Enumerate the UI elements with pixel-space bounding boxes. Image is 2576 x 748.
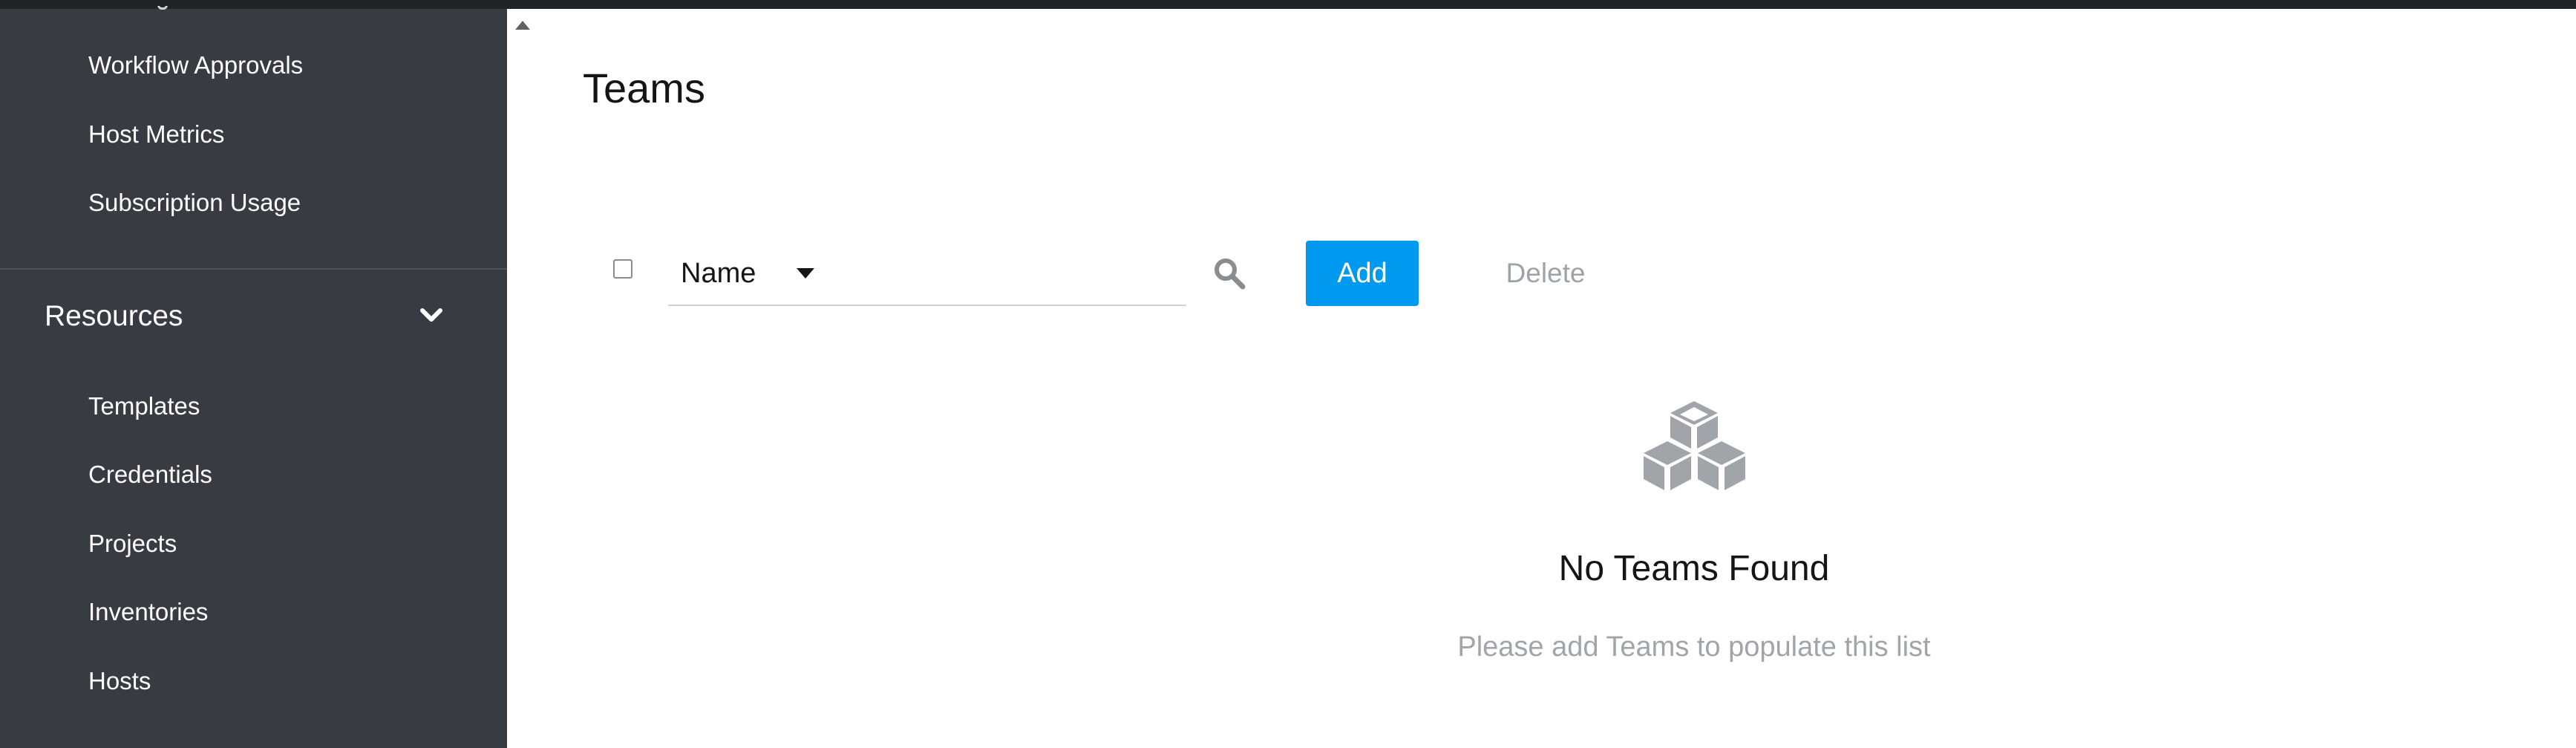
filter-field-label: Name: [681, 258, 756, 289]
search-icon[interactable]: [1212, 256, 1246, 290]
sidebar-item-hosts[interactable]: Hosts: [88, 666, 151, 696]
sidebar-item-credentials[interactable]: Credentials: [88, 460, 212, 490]
sidebar-item-subscription-usage[interactable]: Subscription Usage: [88, 188, 301, 218]
top-bar: [0, 0, 2576, 9]
chevron-down-icon[interactable]: [418, 305, 445, 325]
sidebar-nav: Workflow Approvals Host Metrics Subscrip…: [0, 6, 507, 748]
sidebar-item-host-metrics[interactable]: Host Metrics: [88, 120, 224, 149]
caret-down-icon: [797, 268, 814, 279]
clipped-nav-item: [117, 6, 177, 13]
empty-state-body: Please add Teams to populate this list: [1457, 631, 1931, 663]
scroll-up-arrow-icon[interactable]: [514, 19, 532, 31]
sidebar-item-templates[interactable]: Templates: [88, 391, 200, 421]
sidebar-divider: [0, 268, 507, 270]
sidebar-item-inventories[interactable]: Inventories: [88, 597, 208, 627]
page-title: Teams: [583, 65, 705, 111]
add-button[interactable]: Add: [1306, 241, 1419, 306]
empty-state-title: No Teams Found: [1558, 549, 1830, 588]
filter-field-select[interactable]: Name: [668, 242, 1186, 306]
sidebar-item-projects[interactable]: Projects: [88, 529, 177, 559]
cubes-icon: [1644, 401, 1745, 490]
sidebar-item-workflow-approvals[interactable]: Workflow Approvals: [88, 51, 303, 80]
delete-button[interactable]: Delete: [1486, 241, 1605, 306]
sidebar-group-resources[interactable]: Resources: [45, 299, 183, 334]
select-all-checkbox[interactable]: [613, 259, 632, 279]
